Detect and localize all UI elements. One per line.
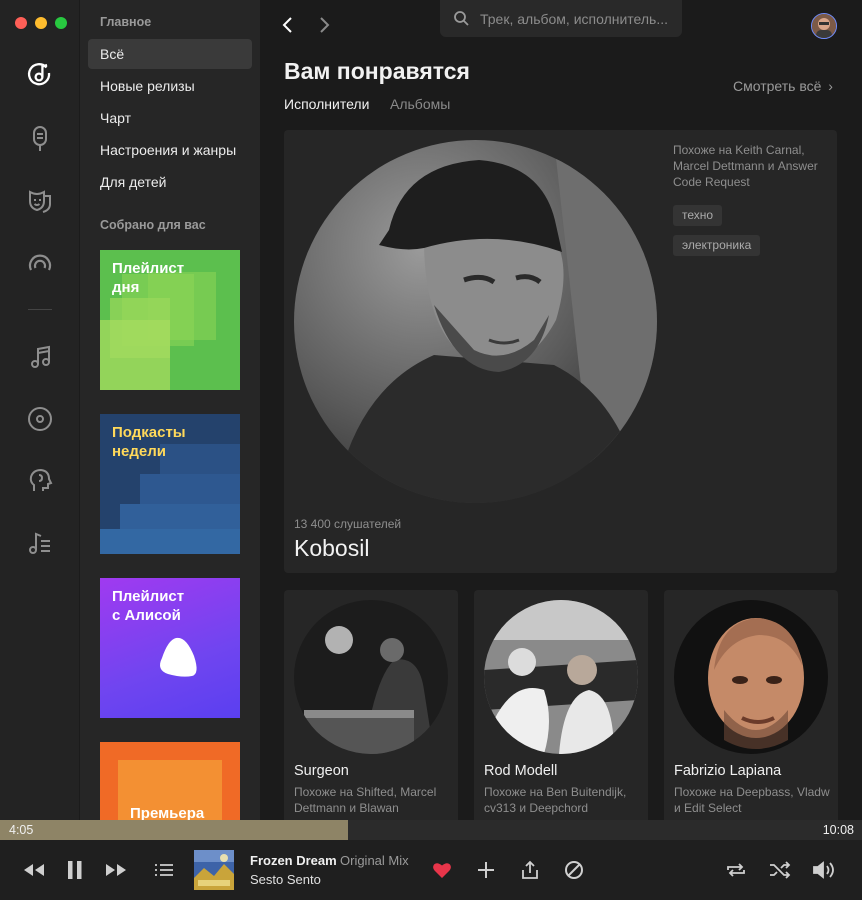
rewind-icon bbox=[24, 864, 44, 876]
artist-similar-text: Похоже на Shifted, Marcel Dettmann и Bla… bbox=[294, 785, 437, 815]
total-time: 10:08 bbox=[822, 823, 854, 837]
search-input[interactable]: Трек, альбом, исполнитель... bbox=[440, 0, 682, 37]
chevron-right-icon: › bbox=[828, 78, 833, 94]
forward-button[interactable] bbox=[313, 14, 335, 36]
sidebar-item-kids[interactable]: Для детей bbox=[88, 167, 252, 197]
like-button[interactable] bbox=[429, 857, 455, 883]
podcast-icon[interactable] bbox=[22, 246, 58, 282]
sidebar-heading-collected: Собрано для вас bbox=[100, 218, 206, 232]
artist-photo bbox=[484, 600, 638, 754]
genre-tag[interactable]: техно bbox=[673, 205, 723, 226]
premiere-tile[interactable]: Премьера bbox=[100, 742, 240, 820]
zoom-window-button[interactable] bbox=[55, 17, 67, 29]
pause-icon bbox=[68, 861, 82, 879]
page-title: Вам понравятся bbox=[284, 58, 470, 84]
music-notes-icon[interactable] bbox=[22, 339, 58, 375]
shuffle-icon bbox=[770, 861, 791, 879]
current-time: 4:05 bbox=[9, 823, 34, 837]
artist-head-icon[interactable] bbox=[22, 463, 58, 499]
chevron-right-icon bbox=[320, 17, 330, 33]
progress-fill bbox=[0, 820, 349, 840]
artist-photo bbox=[674, 600, 828, 754]
block-icon bbox=[565, 861, 583, 879]
search-icon bbox=[454, 11, 469, 26]
listeners-count: 13 400 слушателей bbox=[294, 517, 402, 531]
minimize-window-button[interactable] bbox=[35, 17, 47, 29]
player-bar: Frozen Dream Original Mix Sesto Sento bbox=[0, 840, 862, 900]
rail-divider bbox=[28, 309, 52, 310]
sidebar-item-all[interactable]: Всё bbox=[88, 39, 252, 69]
heart-icon bbox=[433, 863, 451, 878]
theater-mask-icon[interactable] bbox=[22, 183, 58, 219]
chevron-left-icon bbox=[282, 17, 292, 33]
artist-card[interactable]: Fabrizio Lapiana Похоже на Deepbass, Vla… bbox=[664, 590, 838, 820]
repeat-button[interactable] bbox=[723, 857, 749, 883]
artist-similar-text: Похоже на Ben Buitendijk, cv313 и Deepch… bbox=[484, 785, 627, 815]
tab-artists[interactable]: Исполнители bbox=[284, 96, 369, 112]
alice-playlist-tile[interactable]: Плейлист с Алисой bbox=[100, 578, 240, 718]
window-controls bbox=[15, 17, 67, 29]
track-title[interactable]: Frozen Dream bbox=[250, 853, 337, 868]
pause-button[interactable] bbox=[62, 857, 88, 883]
artist-card[interactable]: Rod Modell Похоже на Ben Buitendijk, cv3… bbox=[474, 590, 648, 820]
artist-name: Surgeon bbox=[294, 763, 349, 779]
fast-forward-button[interactable] bbox=[103, 857, 129, 883]
volume-icon bbox=[813, 861, 834, 879]
featured-artist-name[interactable]: Kobosil bbox=[294, 535, 369, 562]
sidebar-item-moods-genres[interactable]: Настроения и жанры bbox=[88, 135, 252, 165]
repeat-icon bbox=[727, 863, 745, 877]
music-note-icon[interactable] bbox=[22, 57, 58, 93]
queue-list-icon bbox=[155, 864, 173, 876]
microphone-icon[interactable] bbox=[22, 121, 58, 157]
rewind-button[interactable] bbox=[21, 857, 47, 883]
album-cover[interactable] bbox=[194, 850, 234, 890]
fast-forward-icon bbox=[106, 864, 126, 876]
sidebar: Главное Всё Новые релизы Чарт Настроения… bbox=[80, 0, 261, 820]
icon-rail bbox=[0, 0, 80, 820]
track-version: Original Mix bbox=[340, 853, 409, 868]
track-artist[interactable]: Sesto Sento bbox=[250, 872, 321, 887]
tile-label: Плейлист дня bbox=[112, 260, 185, 296]
sidebar-heading-main: Главное bbox=[100, 15, 152, 29]
volume-button[interactable] bbox=[811, 857, 837, 883]
search-placeholder: Трек, альбом, исполнитель... bbox=[480, 11, 669, 27]
artist-name: Fabrizio Lapiana bbox=[674, 763, 782, 779]
genre-tag[interactable]: электроника bbox=[673, 235, 761, 256]
featured-similar-text: Похоже на Keith Carnal, Marcel Dettmann … bbox=[673, 143, 818, 189]
share-button[interactable] bbox=[517, 857, 543, 883]
back-button[interactable] bbox=[277, 14, 299, 36]
artist-name: Rod Modell bbox=[484, 763, 558, 779]
playlist-icon[interactable] bbox=[22, 525, 58, 561]
share-icon bbox=[522, 860, 538, 879]
vinyl-disc-icon[interactable] bbox=[22, 401, 58, 437]
shuffle-button[interactable] bbox=[767, 857, 793, 883]
add-to-playlist-button[interactable] bbox=[473, 857, 499, 883]
see-all-label: Смотреть всё bbox=[733, 78, 822, 94]
playlist-of-day-tile[interactable]: Плейлист дня bbox=[100, 250, 240, 390]
featured-artist-card[interactable]: Похоже на Keith Carnal, Marcel Dettmann … bbox=[284, 130, 837, 573]
sidebar-item-chart[interactable]: Чарт bbox=[88, 103, 252, 133]
podcasts-of-week-tile[interactable]: Подкасты недели bbox=[100, 414, 240, 554]
tab-albums[interactable]: Альбомы bbox=[390, 96, 450, 112]
sidebar-item-new-releases[interactable]: Новые релизы bbox=[88, 71, 252, 101]
artist-similar-text: Похоже на Deepbass, Vladw и Edit Select bbox=[674, 785, 830, 815]
plus-icon bbox=[478, 862, 494, 878]
artist-card[interactable]: Surgeon Похоже на Shifted, Marcel Dettma… bbox=[284, 590, 458, 820]
tile-label: Премьера bbox=[130, 805, 205, 820]
see-all-link[interactable]: Смотреть всё › bbox=[733, 78, 833, 94]
dislike-button[interactable] bbox=[561, 857, 587, 883]
tile-label: Подкасты недели bbox=[112, 424, 186, 460]
queue-button[interactable] bbox=[151, 857, 177, 883]
playback-progress-bar[interactable]: 4:05 10:08 bbox=[0, 820, 862, 840]
avatar[interactable] bbox=[811, 13, 837, 39]
close-window-button[interactable] bbox=[15, 17, 27, 29]
tile-label: Плейлист с Алисой bbox=[112, 588, 185, 624]
artist-photo bbox=[294, 600, 448, 754]
main-content: Трек, альбом, исполнитель... Вам понравя… bbox=[261, 0, 862, 820]
artist-photo bbox=[294, 140, 657, 503]
